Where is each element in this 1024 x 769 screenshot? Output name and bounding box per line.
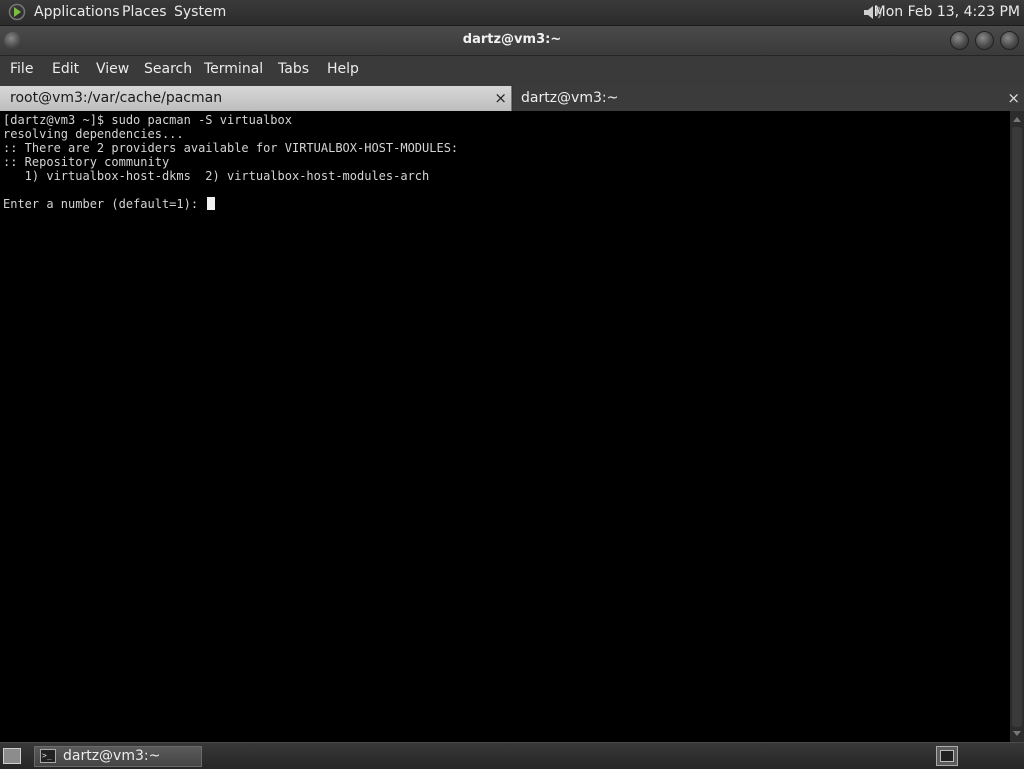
workspace-switcher-icon[interactable] — [936, 746, 958, 766]
maximize-button[interactable] — [975, 31, 994, 50]
menu-terminal[interactable]: Terminal — [204, 56, 263, 83]
clock[interactable]: Mon Feb 13, 4:23 PM — [874, 0, 1020, 25]
window-titlebar[interactable]: dartz@vm3:~ — [0, 26, 1024, 56]
menu-search[interactable]: Search — [144, 56, 192, 83]
terminal-line: 1) virtualbox-host-dkms 2) virtualbox-ho… — [3, 169, 430, 183]
minimize-button[interactable] — [950, 31, 969, 50]
scroll-down-icon[interactable] — [1013, 731, 1021, 736]
tab-dartz-home[interactable]: dartz@vm3:~ × — [513, 86, 1024, 111]
tab-label: dartz@vm3:~ — [521, 90, 619, 106]
applications-menu[interactable]: Applications — [34, 0, 120, 25]
top-panel: Applications Places System Mon Feb 13, 4… — [0, 0, 1024, 26]
menu-file[interactable]: File — [10, 56, 33, 83]
terminal-prompt-line[interactable]: Enter a number (default=1): — [3, 197, 216, 211]
menu-view[interactable]: View — [96, 56, 129, 83]
taskbar-label: dartz@vm3:~ — [63, 748, 161, 764]
tab-close-icon[interactable]: × — [494, 86, 507, 110]
terminal-line: :: There are 2 providers available for V… — [3, 141, 459, 155]
taskbar-window-button[interactable]: >_ dartz@vm3:~ — [34, 746, 202, 767]
terminal-prompt: Enter a number (default=1): — [3, 197, 206, 211]
terminal-line: resolving dependencies... — [3, 127, 184, 141]
show-desktop-icon[interactable] — [3, 748, 21, 764]
scrollbar-thumb[interactable] — [1012, 127, 1022, 727]
tab-root-pacman[interactable]: root@vm3:/var/cache/pacman × — [0, 86, 512, 111]
menu-tabs[interactable]: Tabs — [278, 56, 309, 83]
gnome-foot-icon[interactable] — [7, 3, 27, 21]
bottom-panel: >_ dartz@vm3:~ — [0, 742, 1024, 769]
tab-close-icon[interactable]: × — [1007, 86, 1020, 110]
tab-bar: root@vm3:/var/cache/pacman × dartz@vm3:~… — [0, 86, 1024, 111]
menubar: File Edit View Search Terminal Tabs Help — [0, 56, 1024, 86]
terminal-scrollbar[interactable] — [1010, 111, 1024, 742]
terminal-icon: >_ — [40, 749, 56, 763]
places-menu[interactable]: Places — [122, 0, 167, 25]
scroll-up-icon[interactable] — [1013, 117, 1021, 122]
window-title: dartz@vm3:~ — [462, 32, 562, 47]
close-window-button[interactable] — [1000, 31, 1019, 50]
text-cursor — [207, 197, 216, 210]
terminal-line: [dartz@vm3 ~]$ sudo pacman -S virtualbox — [3, 113, 292, 127]
menu-help[interactable]: Help — [327, 56, 359, 83]
tab-label: root@vm3:/var/cache/pacman — [10, 90, 223, 106]
terminal-line: :: Repository community — [3, 155, 170, 169]
terminal-output[interactable]: [dartz@vm3 ~]$ sudo pacman -S virtualbox… — [0, 111, 1010, 742]
system-menu[interactable]: System — [174, 0, 226, 25]
menu-edit[interactable]: Edit — [52, 56, 79, 83]
